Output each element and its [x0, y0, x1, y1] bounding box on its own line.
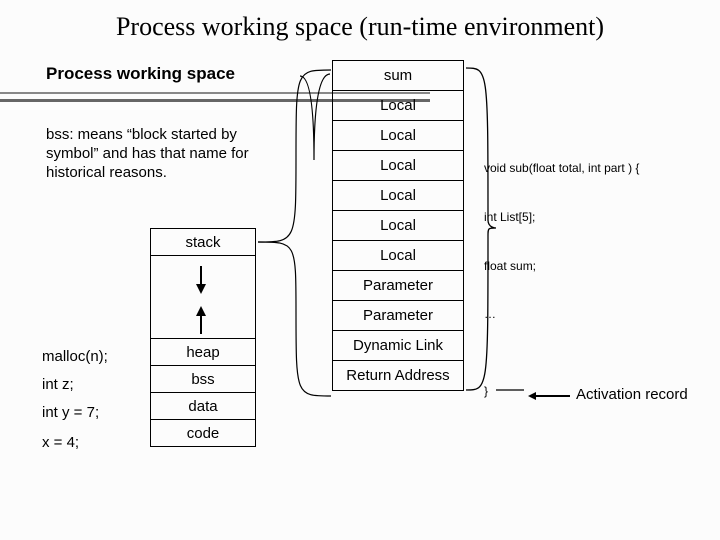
stack-row: Parameter: [333, 271, 463, 301]
stack-row: Return Address: [333, 361, 463, 391]
activation-record-table: sum Local Local Local Local Local Local …: [332, 60, 464, 391]
mem-cell-data: data: [151, 393, 255, 420]
arrow-left-icon: [528, 392, 536, 400]
subheading: Process working space: [46, 64, 235, 84]
bracket-stack-icon: [256, 60, 336, 260]
slide-title: Process working space (run-time environm…: [0, 12, 720, 42]
memory-layout-table: stack heap bss data code: [150, 228, 256, 447]
mem-cell-stack: stack: [151, 229, 255, 256]
mem-cell-heap: heap: [151, 339, 255, 366]
mem-label-heap: malloc(n);: [42, 348, 108, 365]
mem-label-code: x = 4;: [42, 434, 79, 451]
mem-cell-gap: [151, 256, 255, 339]
bss-note: bss: means “block started by symbol” and…: [46, 126, 276, 182]
stack-row: Local: [333, 121, 463, 151]
mem-cell-code: code: [151, 420, 255, 447]
stack-row: Local: [333, 241, 463, 271]
stack-row: Local: [333, 91, 463, 121]
stack-row: Dynamic Link: [333, 331, 463, 361]
mem-label-data: int y = 7;: [42, 404, 99, 421]
stack-row: Local: [333, 181, 463, 211]
stack-row: sum: [333, 61, 463, 91]
mem-cell-bss: bss: [151, 366, 255, 393]
arrow-up-icon: [196, 306, 206, 316]
arrow-down-icon: [196, 284, 206, 294]
mem-label-bss: int z;: [42, 376, 74, 393]
brace-right-icon: [464, 60, 524, 400]
stack-row: Parameter: [333, 301, 463, 331]
stack-row: Local: [333, 151, 463, 181]
activation-record-label: Activation record: [576, 386, 688, 403]
stack-row: Local: [333, 211, 463, 241]
